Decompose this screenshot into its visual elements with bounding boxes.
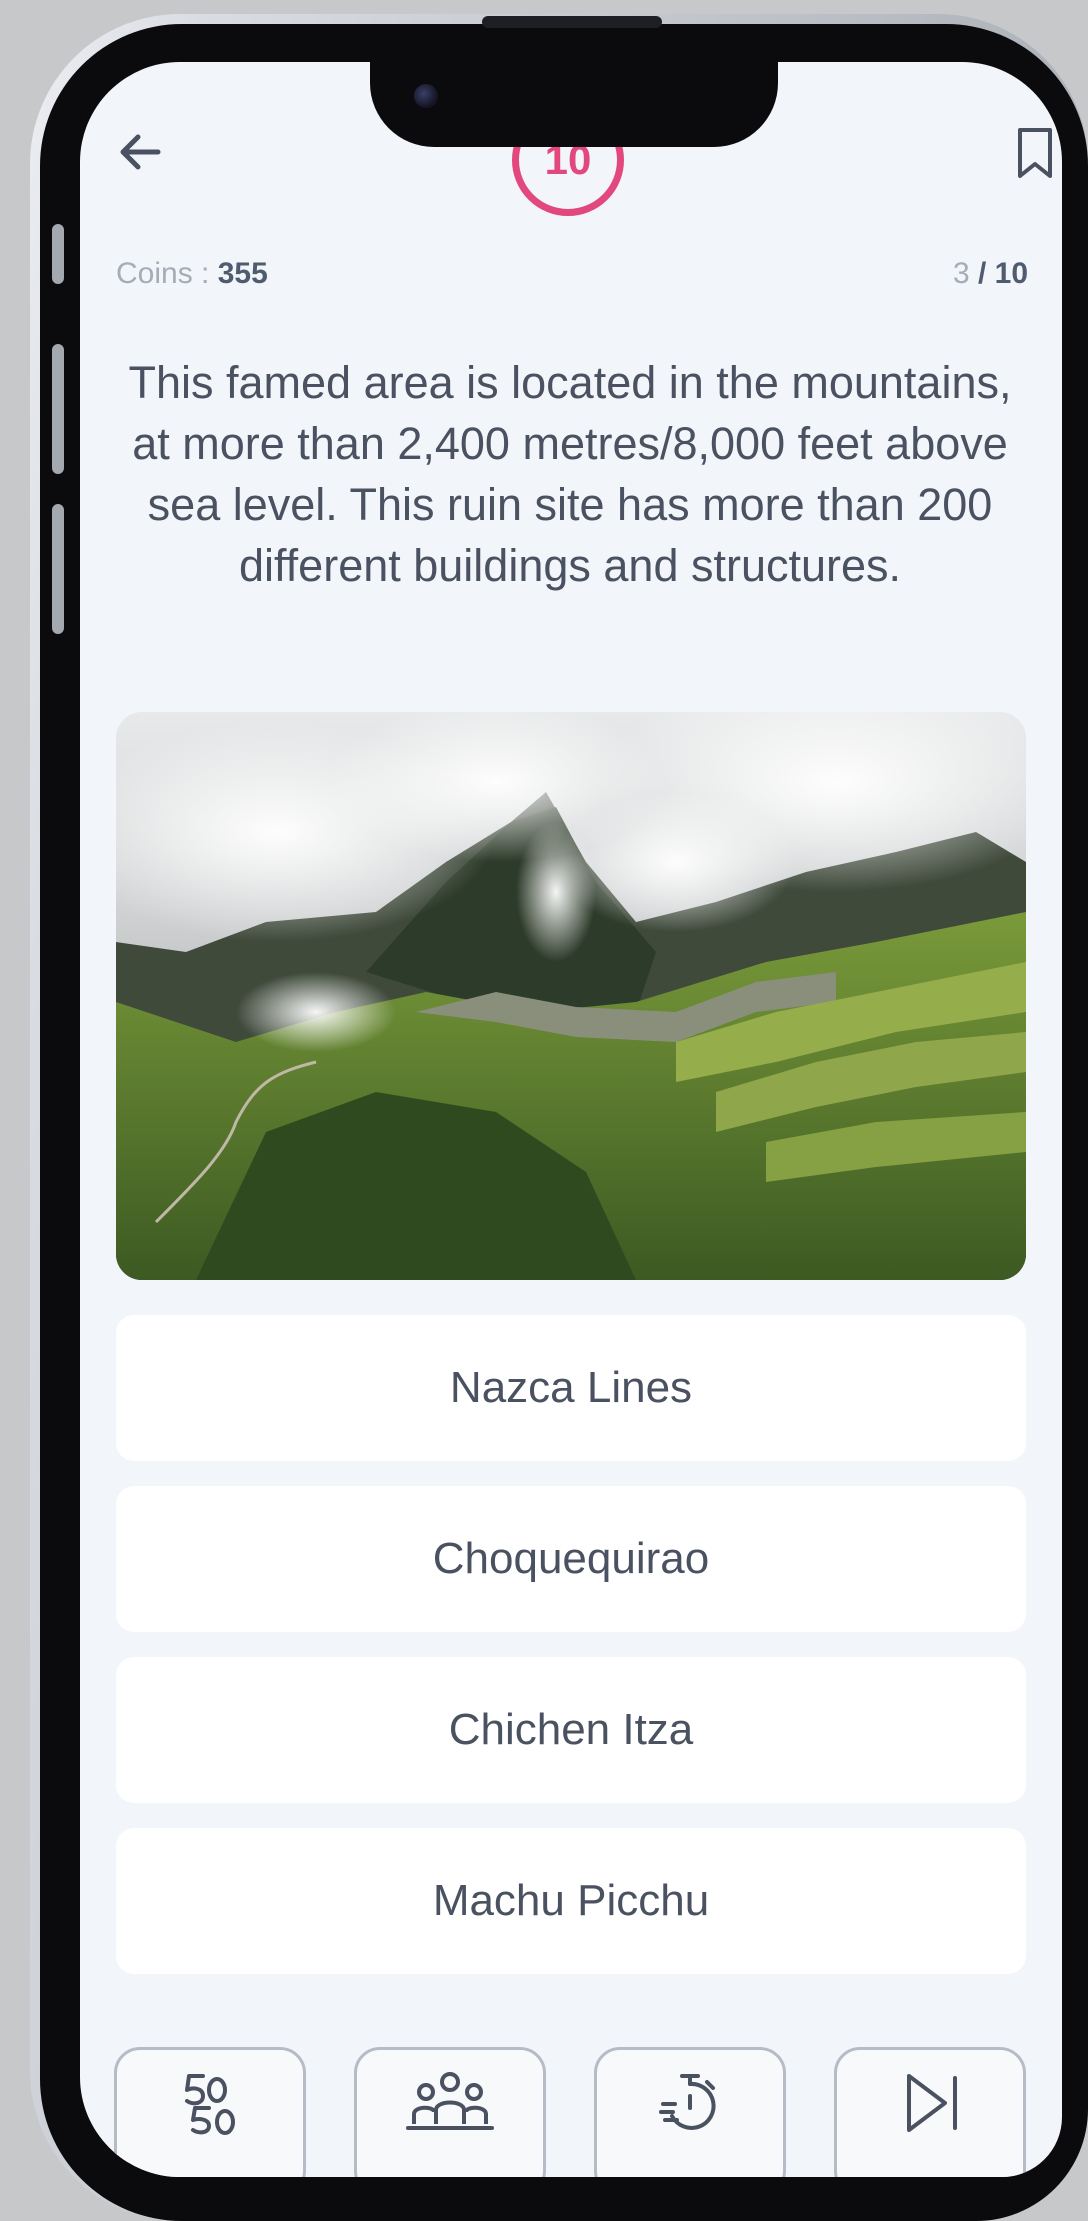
audience-poll-button[interactable] <box>354 2047 546 2177</box>
bookmark-button[interactable] <box>1010 124 1060 184</box>
answer-label: Nazca Lines <box>449 1363 693 1412</box>
skip-question-button[interactable] <box>834 2047 1026 2177</box>
question-image <box>116 712 1026 1280</box>
answer-option-1[interactable]: Nazca Lines <box>116 1315 1026 1461</box>
timer-icon <box>659 2074 716 2130</box>
silent-switch <box>52 224 64 284</box>
progress-current: 3 <box>952 257 970 290</box>
answer-option-3[interactable]: Chichen Itza <box>116 1657 1026 1803</box>
front-camera <box>414 84 438 108</box>
answer-option-2[interactable]: Choquequirao <box>116 1486 1026 1632</box>
progress-total: / 10 <box>969 257 1028 290</box>
volume-down-button <box>52 504 64 634</box>
coins-counter: Coins : 355 <box>116 257 268 291</box>
question-progress: 3 / 10 <box>953 257 1028 291</box>
notch <box>370 62 778 147</box>
answer-label: Machu Picchu <box>432 1876 710 1925</box>
volume-up-button <box>52 344 64 474</box>
coins-label: Coins : <box>116 257 218 290</box>
arrow-left-icon <box>120 134 161 170</box>
coins-value: 355 <box>217 257 268 290</box>
answer-label: Choquequirao <box>432 1534 710 1583</box>
question-text: This famed area is located in the mounta… <box>128 357 1012 591</box>
fifty-fifty-button[interactable] <box>114 2047 306 2177</box>
extra-time-button[interactable] <box>594 2047 786 2177</box>
answer-option-4[interactable]: Machu Picchu <box>116 1828 1026 1974</box>
fifty-fifty-icon <box>185 2074 235 2135</box>
back-button[interactable] <box>108 120 172 184</box>
audience-poll-icon <box>406 2072 494 2130</box>
bookmark-icon <box>1018 128 1052 178</box>
skip-icon <box>907 2074 957 2132</box>
answer-label: Chichen Itza <box>448 1705 694 1754</box>
quiz-screen: 10 Coins : 355 3 / 10 This famed area is… <box>80 62 1062 2177</box>
earpiece-speaker <box>482 16 662 28</box>
